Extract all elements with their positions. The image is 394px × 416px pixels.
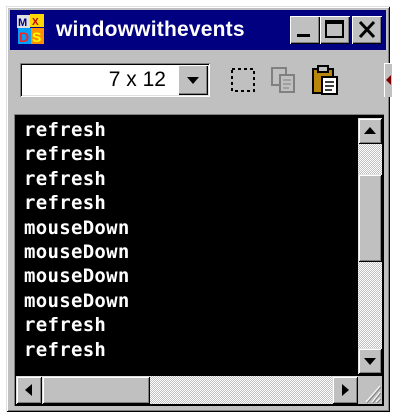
console-line: refresh xyxy=(24,167,107,190)
arrow-up-icon xyxy=(364,127,376,134)
console-line: mouseDown xyxy=(24,265,130,288)
arrow-down-icon xyxy=(364,358,376,365)
maximize-icon xyxy=(325,20,344,38)
toolbar: 7 x 12 xyxy=(10,54,392,106)
vertical-scrollbar[interactable] xyxy=(358,118,382,374)
toolbar-overflow-button[interactable] xyxy=(384,63,392,97)
horizontal-scrollbar[interactable] xyxy=(16,376,358,404)
console-line: mouseDown xyxy=(24,289,130,312)
paste-button[interactable] xyxy=(308,63,342,97)
console-line: refresh xyxy=(24,143,107,166)
maximize-button[interactable] xyxy=(320,16,350,44)
dropdown-button[interactable] xyxy=(178,65,208,95)
arrow-left-icon xyxy=(386,75,391,85)
console-output: refresh refresh refresh refresh mouseDown mou… xyxy=(24,118,354,362)
chevron-down-icon xyxy=(187,77,199,84)
window-title: windowwithevents xyxy=(56,18,245,41)
scroll-right-button[interactable] xyxy=(332,376,358,404)
vertical-scroll-thumb[interactable] xyxy=(358,174,382,262)
close-icon xyxy=(358,20,376,39)
paste-icon xyxy=(312,65,338,95)
svg-text:S: S xyxy=(32,29,41,45)
copy-button[interactable] xyxy=(266,63,300,97)
svg-text:D: D xyxy=(19,29,29,45)
minimize-button[interactable] xyxy=(290,16,320,44)
title-bar[interactable]: M X D S windowwithevents xyxy=(10,10,386,50)
svg-text:X: X xyxy=(32,17,39,28)
font-size-select[interactable]: 7 x 12 xyxy=(20,63,210,97)
svg-text:M: M xyxy=(18,17,27,29)
scroll-left-button[interactable] xyxy=(16,376,42,404)
resize-grip[interactable] xyxy=(358,376,382,404)
director-cast-icon[interactable]: M X D S xyxy=(16,14,46,46)
console-line: refresh xyxy=(24,119,107,141)
console-line: mouseDown xyxy=(24,241,130,264)
resize-grip-icon xyxy=(365,385,382,404)
console-line: refresh xyxy=(24,314,107,337)
minimize-icon xyxy=(297,34,310,37)
app-window: M X D S windowwithevents 7 x 12 refresh … xyxy=(6,6,392,412)
scroll-up-button[interactable] xyxy=(358,118,382,144)
console-line: refresh xyxy=(24,192,107,215)
font-size-value: 7 x 12 xyxy=(108,68,166,91)
marquee-select-icon xyxy=(231,68,255,92)
console-line: refresh xyxy=(24,338,107,361)
arrow-right-icon xyxy=(342,384,349,396)
horizontal-scroll-thumb[interactable] xyxy=(42,376,150,404)
close-button[interactable] xyxy=(352,16,382,44)
copy-icon xyxy=(271,67,295,93)
console-line: mouseDown xyxy=(24,216,130,239)
message-console[interactable]: refresh refresh refresh refresh mouseDown mou… xyxy=(14,114,384,406)
select-all-button[interactable] xyxy=(226,63,260,97)
arrow-left-icon xyxy=(25,384,32,396)
scroll-down-button[interactable] xyxy=(358,348,382,374)
